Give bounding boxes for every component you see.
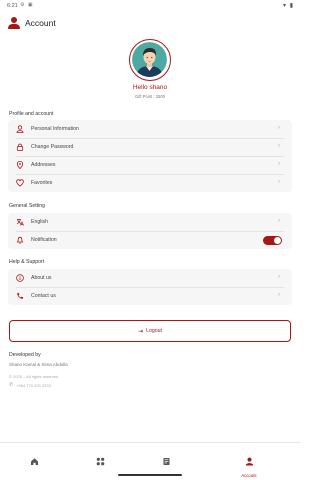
footer-phone-number: +964 770 333 3333 [16, 382, 51, 388]
row-favorites[interactable]: Favorites › [8, 174, 292, 192]
row-label: Change Password [31, 144, 74, 150]
chevron-right-icon: › [278, 292, 280, 298]
section-title-general: General Setting [9, 203, 46, 209]
nav-orders[interactable] [136, 443, 196, 473]
phone-small-icon: ✆ [9, 382, 14, 388]
row-about-us[interactable]: About us › [8, 269, 292, 287]
row-label: Notification [31, 237, 57, 243]
logout-button[interactable]: ⇥ Logout [9, 320, 291, 342]
row-contact-us[interactable]: Contact us › [8, 287, 292, 305]
row-label: About us [31, 275, 52, 281]
avatar[interactable] [129, 39, 171, 81]
page-header: Account [8, 16, 56, 30]
user-icon [8, 17, 20, 29]
footer-phone[interactable]: ✆ +964 770 333 3333 [9, 382, 51, 388]
grid-icon [96, 453, 105, 471]
row-label: Contact us [31, 293, 56, 299]
person-icon [15, 124, 25, 134]
section-title-help: Help & Support [9, 259, 45, 265]
logout-label: Logout [146, 328, 162, 334]
row-label: Favorites [31, 180, 53, 186]
status-bar: 6:21 ⚙ ▣ ▾ ▮ [0, 0, 300, 12]
row-addresses[interactable]: Addresses › [8, 156, 292, 174]
greeting: Hello shano [132, 84, 168, 91]
logout-icon: ⇥ [138, 328, 144, 335]
chevron-right-icon: › [278, 218, 280, 224]
nav-account-label: Account [241, 473, 257, 478]
section-title-profile: Profile and account [9, 111, 54, 117]
home-icon [30, 453, 39, 471]
chevron-right-icon: › [278, 143, 280, 149]
info-icon [15, 273, 25, 283]
row-label: English [31, 219, 49, 225]
row-label: Personal Information [31, 126, 79, 132]
chevron-right-icon: › [278, 179, 280, 185]
bottom-nav: Account [0, 442, 300, 478]
language-icon [15, 217, 25, 227]
status-icons: ⚙ ▣ [20, 2, 34, 8]
lock-icon [15, 142, 25, 152]
heart-icon [15, 178, 25, 188]
row-language[interactable]: English › [8, 213, 292, 231]
chevron-right-icon: › [278, 274, 280, 280]
help-group: About us › Contact us › [8, 269, 292, 305]
bell-icon [15, 235, 25, 245]
gift-points: Gift Point : 2500 [134, 94, 166, 99]
chevron-right-icon: › [278, 125, 280, 131]
general-group: English › Notification [8, 213, 292, 249]
orders-icon [162, 453, 171, 471]
nav-account[interactable]: Account [219, 443, 279, 478]
location-pin-icon [15, 160, 25, 170]
row-personal-information[interactable]: Personal Information › [8, 120, 292, 138]
nav-categories[interactable] [70, 443, 130, 473]
profile-group: Personal Information › Change Password ›… [8, 120, 292, 192]
phone-icon [15, 291, 25, 301]
account-icon [245, 453, 254, 471]
avatar-illustration [132, 42, 167, 77]
status-time: 6:21 [7, 3, 18, 9]
row-change-password[interactable]: Change Password › [8, 138, 292, 156]
row-notification: Notification [8, 231, 292, 249]
toggle-knob [274, 236, 281, 244]
nav-home[interactable] [4, 443, 64, 473]
developed-by-title: Developed by [9, 352, 41, 358]
notification-toggle[interactable] [263, 235, 282, 245]
copyright-text: © 2025 – All rights reserved [9, 374, 59, 379]
chevron-right-icon: › [278, 161, 280, 167]
developer-names: Shano Kamal & Sima Abdulla [9, 362, 68, 367]
home-indicator[interactable] [118, 474, 182, 476]
page-title: Account [25, 18, 56, 28]
row-label: Addresses [31, 162, 56, 168]
status-right-icons: ▾ ▮ [283, 3, 294, 9]
